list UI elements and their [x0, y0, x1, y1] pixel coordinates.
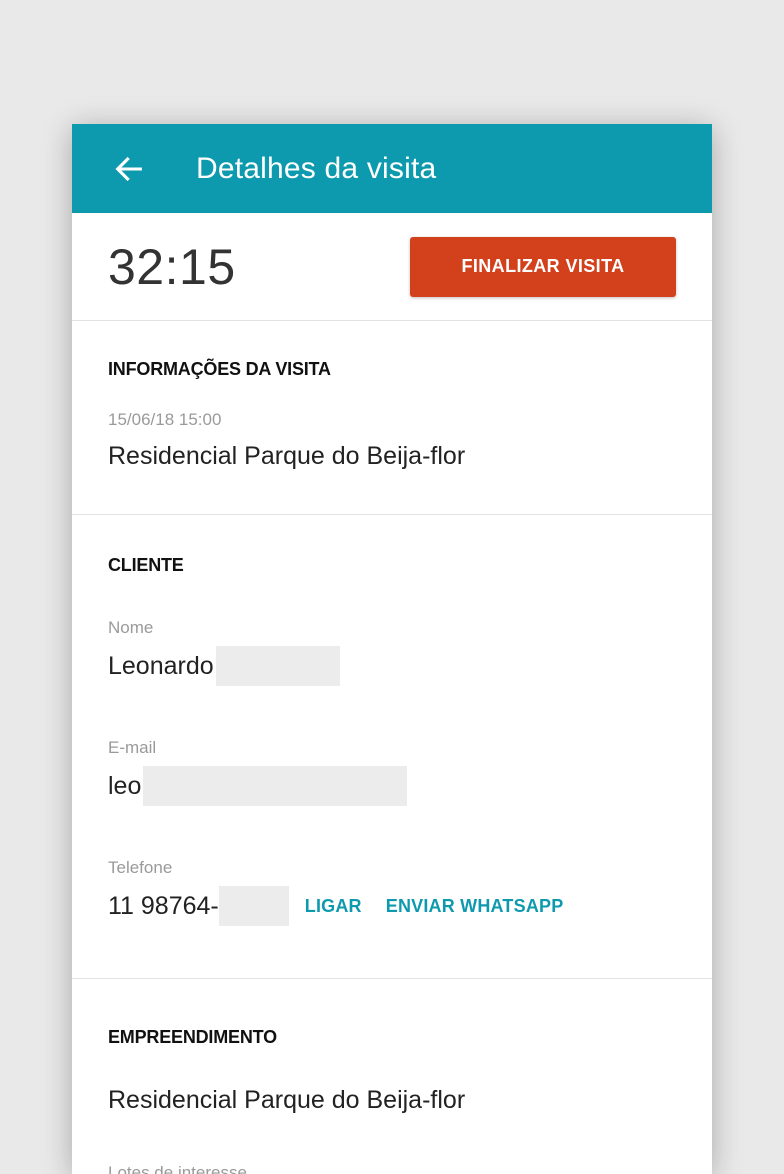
client-phone-field: Telefone 11 98764- LIGAR ENVIAR WHATSAPP — [108, 858, 676, 926]
finish-visit-button[interactable]: FINALIZAR VISITA — [410, 236, 676, 297]
client-name-field: Nome Leonardo — [108, 618, 676, 686]
client-name-label: Nome — [108, 618, 154, 637]
send-whatsapp-button[interactable]: ENVIAR WHATSAPP — [386, 896, 564, 917]
arrow-left-icon — [115, 156, 142, 181]
client-email-value: leo — [108, 771, 142, 800]
app-bar: Detalhes da visita — [72, 124, 712, 213]
visit-datetime: 15/06/18 15:00 — [108, 410, 222, 429]
client-email-field: E-mail leo — [108, 738, 676, 806]
client-title: CLIENTE — [108, 555, 184, 575]
client-name-row: Leonardo — [108, 646, 676, 686]
page-title: Detalhes da visita — [196, 151, 437, 185]
redacted-block — [218, 886, 289, 926]
back-button[interactable] — [102, 142, 156, 196]
client-phone-row: 11 98764- LIGAR ENVIAR WHATSAPP — [108, 886, 676, 926]
visit-place: Residencial Parque do Beija-flor — [108, 442, 466, 470]
visit-timer: 32:15 — [108, 238, 236, 295]
app-screen: Detalhes da visita 32:15 FINALIZAR VISIT… — [72, 124, 712, 1174]
client-phone-value: 11 98764- — [108, 891, 219, 920]
call-button[interactable]: LIGAR — [305, 896, 362, 917]
timer-row: 32:15 FINALIZAR VISITA — [72, 213, 712, 321]
development-section: EMPREENDIMENTO Residencial Parque do Bei… — [72, 979, 712, 1174]
client-section: CLIENTE Nome Leonardo E-mail leo Telefon… — [72, 515, 712, 979]
visit-info-section: INFORMAÇÕES DA VISITA 15/06/18 15:00 Res… — [72, 321, 712, 515]
client-phone-label: Telefone — [108, 858, 173, 877]
lots-of-interest-label: Lotes de interesse — [108, 1163, 247, 1174]
development-title: EMPREENDIMENTO — [108, 1027, 277, 1047]
redacted-block — [143, 766, 408, 806]
client-email-label: E-mail — [108, 738, 157, 757]
redacted-block — [215, 646, 340, 686]
client-name-value: Leonardo — [108, 651, 214, 680]
visit-info-title: INFORMAÇÕES DA VISITA — [108, 359, 331, 379]
development-name: Residencial Parque do Beija-flor — [108, 1086, 466, 1114]
client-email-row: leo — [108, 766, 676, 806]
